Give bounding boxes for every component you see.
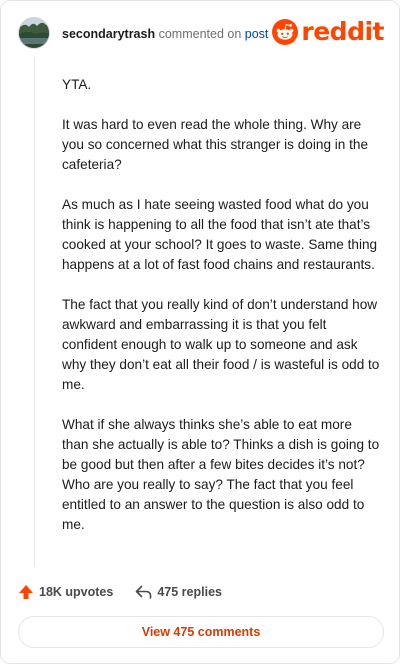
reddit-snoo-icon [272,19,299,45]
comment-header: secondarytrash commented on post reddit [18,17,384,51]
comment-paragraph: As much as I hate seeing wasted food wha… [62,197,378,272]
comment-actions: 18K upvotes 475 replies [18,581,244,603]
reddit-logo[interactable]: reddit [272,17,384,47]
avatar-image [19,18,49,48]
comment-card: secondarytrash commented on post reddit … [0,0,400,664]
comment-meta: secondarytrash commented on post [62,27,268,41]
reply-count: 475 replies [157,585,222,599]
comment-paragraph: YTA. [62,77,92,92]
username[interactable]: secondarytrash [62,27,155,41]
upvote-arrow-icon [19,585,33,599]
reply-arrow-icon [136,585,152,599]
comment-paragraph: It was hard to even read the whole thing… [62,117,369,172]
comment-body: YTA. It was hard to even read the whole … [62,75,380,555]
upvote-count: 18K upvotes [39,585,114,599]
avatar[interactable] [18,17,50,49]
thread-line [34,57,35,567]
comment-paragraph: What if she always thinks she’s able to … [62,417,380,532]
commented-on-text: commented on [158,27,242,41]
post-link[interactable]: post [245,27,269,41]
reply-button[interactable]: 475 replies [135,585,222,599]
reddit-wordmark: reddit [301,17,384,46]
view-comments-button[interactable]: View 475 comments [18,616,384,648]
upvote-button[interactable]: 18K upvotes [18,584,113,600]
comment-paragraph: The fact that you really kind of don’t u… [62,297,380,392]
